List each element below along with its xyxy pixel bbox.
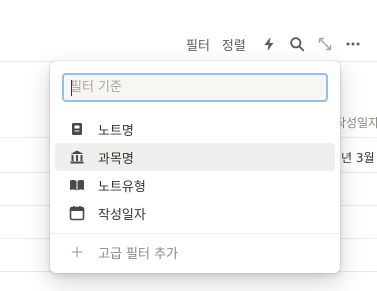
plus-icon [68,243,86,261]
add-advanced-filter-label: 고급 필터 추가 [98,246,179,262]
filter-option-note-name[interactable]: 노트명 [55,115,335,143]
column-header-date[interactable]: 작성일자 [335,114,377,131]
filter-option-label: 노트명 [98,123,134,139]
menu-divider [50,233,340,234]
filter-option-label: 작성일자 [98,207,146,223]
expand-icon[interactable] [314,33,336,55]
filter-property-menu: 노트명 과목명 노트유형 작성일자 고급 필터 추가 [50,61,340,273]
filter-option-subject-name[interactable]: 과목명 [55,143,335,171]
filter-search-field[interactable] [62,73,328,102]
filter-search-input[interactable] [70,80,326,95]
building-icon [68,148,86,166]
search-icon[interactable] [286,33,308,55]
book-icon [68,176,86,194]
table-cell[interactable]: 년 3월 [341,149,375,166]
more-icon[interactable] [342,33,364,55]
database-view: 필터 정렬 작성일자 년 3월 노트명 [0,0,377,291]
note-icon [68,120,86,138]
filter-option-label: 과목명 [98,151,134,167]
filter-option-label: 노트유형 [98,179,146,195]
add-advanced-filter-button[interactable]: 고급 필터 추가 [55,239,335,265]
calendar-icon [68,204,86,222]
lightning-icon[interactable] [258,33,280,55]
filter-option-note-type[interactable]: 노트유형 [55,171,335,199]
text-caret [71,80,72,96]
filter-button[interactable]: 필터 [180,35,216,54]
view-toolbar: 필터 정렬 [180,32,364,56]
sort-button[interactable]: 정렬 [216,35,252,54]
filter-option-created-date[interactable]: 작성일자 [55,199,335,227]
